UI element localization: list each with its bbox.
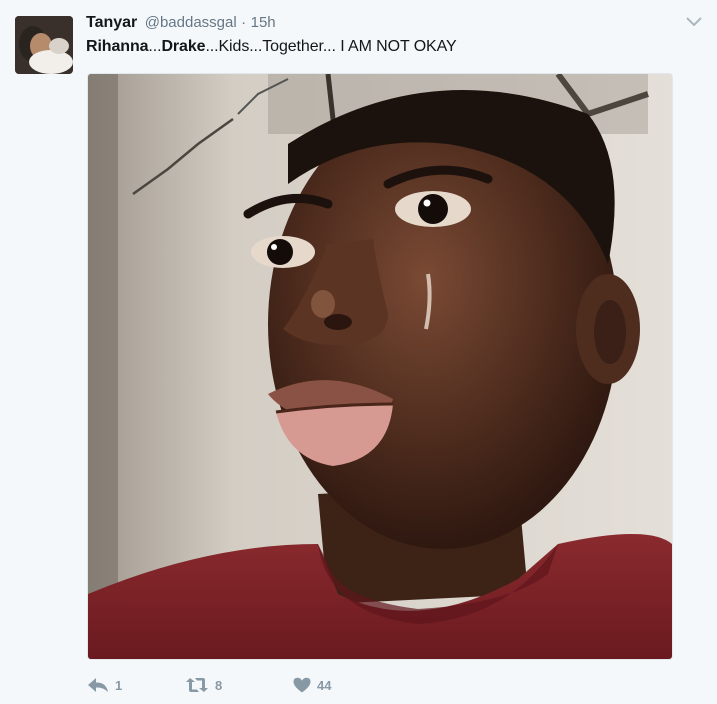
tweet-photo[interactable] bbox=[87, 73, 673, 660]
tweet-text-ellipsis: ... bbox=[148, 38, 162, 55]
retweet-count: 8 bbox=[215, 677, 223, 693]
separator-dot: · bbox=[241, 14, 247, 31]
retweet-icon bbox=[186, 678, 208, 692]
tweet-header: Tanyar @baddassgal · 15h bbox=[86, 14, 276, 32]
like-button[interactable]: 44 bbox=[293, 677, 373, 693]
retweet-button[interactable]: 8 bbox=[185, 677, 293, 693]
like-count: 44 bbox=[317, 677, 332, 693]
chevron-down-icon[interactable] bbox=[684, 14, 704, 30]
reply-count: 1 bbox=[115, 677, 123, 693]
heart-icon bbox=[293, 677, 311, 693]
tweet-text-drake: Drake bbox=[161, 38, 206, 55]
reply-button[interactable]: 1 bbox=[87, 677, 185, 693]
tweet-text-rest: ...Kids...Together... I AM NOT OKAY bbox=[205, 38, 457, 55]
avatar-image bbox=[15, 16, 73, 74]
author-handle[interactable]: @baddassgal bbox=[145, 14, 237, 31]
tweet: Tanyar @baddassgal · 15h Rihanna...Drake… bbox=[0, 0, 717, 704]
tweet-text: Rihanna...Drake...Kids...Together... I A… bbox=[86, 38, 457, 56]
tweet-timestamp[interactable]: 15h bbox=[251, 14, 276, 31]
tweet-text-rihanna: Rihanna bbox=[86, 38, 149, 55]
tweet-actions: 1 8 44 bbox=[87, 674, 373, 696]
avatar[interactable] bbox=[15, 16, 73, 74]
photo-of-person-crying-icon bbox=[88, 74, 672, 659]
reply-icon bbox=[88, 678, 108, 692]
author-name[interactable]: Tanyar bbox=[86, 14, 137, 31]
